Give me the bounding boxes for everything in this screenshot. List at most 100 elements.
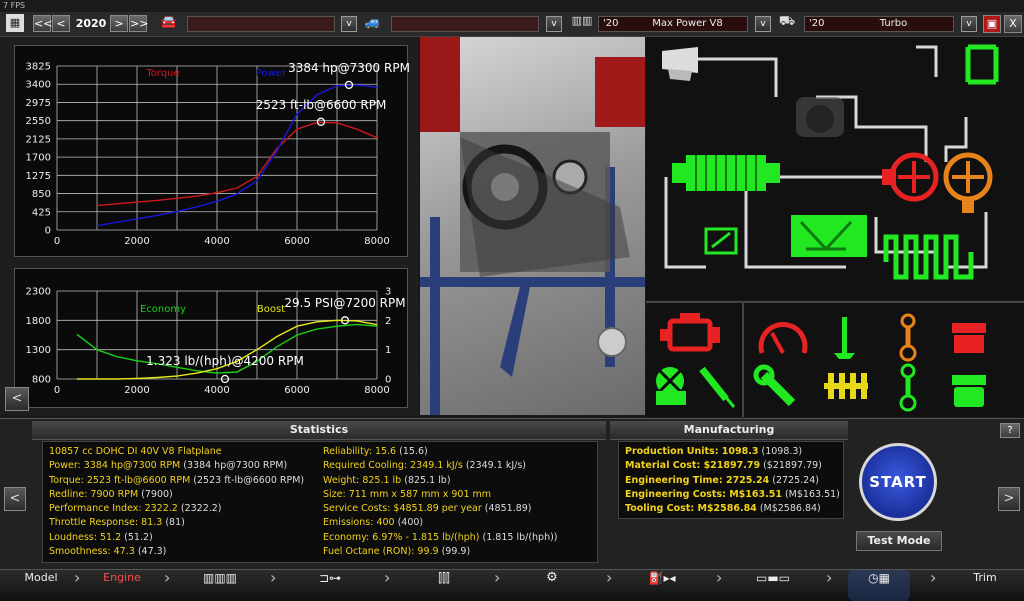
manufacturing-row: Engineering Costs: M$163.51 (M$163.51): [625, 488, 841, 502]
stat-row-label: Performance Index: 2322.2: [49, 503, 178, 515]
nav-block-icon[interactable]: ▥▥▥: [188, 570, 252, 601]
stat-row-label: 10857 cc DOHC DI 40V V8 Flatplane: [49, 446, 222, 457]
y-tick-label: 3825: [26, 62, 51, 73]
stat-row: Required Cooling: 2349.1 kJ/s (2349.1 kJ…: [323, 459, 593, 473]
crankshaft-icon[interactable]: [899, 363, 917, 412]
engine-3d-view[interactable]: [420, 37, 645, 415]
stat-row-original-value: (400): [394, 517, 424, 529]
catalytic-converter-icon[interactable]: [791, 215, 867, 257]
nav-head-icon[interactable]: ⫿⫿⫿: [412, 570, 476, 601]
car-model-field[interactable]: [391, 16, 539, 32]
manufacturing-row-original-value: (M$163.51): [781, 488, 840, 500]
manufacturing-row: Tooling Cost: M$2586.84 (M$2586.84): [625, 502, 841, 516]
engine-family-field[interactable]: '20 Max Power V8: [598, 16, 748, 32]
engine-variant-dropdown[interactable]: v: [961, 16, 977, 32]
previous-section-button[interactable]: <: [4, 487, 26, 511]
stat-row-label: Emissions: 400: [323, 517, 395, 529]
stat-row-label: Throttle Response: 81.3: [49, 517, 163, 529]
year-next-button[interactable]: >: [110, 15, 128, 32]
test-mode-button[interactable]: Test Mode: [856, 531, 942, 551]
stat-row-label: Torque: 2523 ft-lb@6600 RPM: [49, 474, 191, 486]
manufacturing-box: Production Units: 1098.3 (1098.3) Materia…: [618, 441, 844, 519]
piston-green-icon[interactable]: [952, 375, 986, 407]
x-tick-label: 6000: [284, 236, 309, 247]
stat-row: Emissions: 400 (400): [323, 516, 593, 530]
valve-icon[interactable]: [834, 317, 855, 359]
stat-row-label: Redline: 7900 RPM: [49, 488, 139, 500]
y-tick-label: 1800: [26, 316, 51, 327]
statistics-left-column: 10857 cc DOHC DI 40V V8 Flatplane Power: …: [49, 445, 319, 559]
nav-model[interactable]: Model: [10, 570, 72, 601]
close-button[interactable]: X: [1004, 15, 1022, 33]
car-family-field[interactable]: [187, 16, 335, 32]
legend-power: Power: [256, 68, 287, 79]
car-model-dropdown[interactable]: v: [546, 16, 562, 32]
engine-parts-panel: [646, 301, 1024, 417]
manufacturing-row-original-value: ($21897.79): [760, 460, 822, 472]
nav-test-icon[interactable]: ◷▦: [848, 570, 910, 601]
nav-chevron: ›: [494, 568, 501, 587]
manufacturing-row-label: Tooling Cost: M$2586.84: [625, 503, 757, 515]
engine-icon[interactable]: [660, 313, 720, 352]
stat-row-original-value: (4851.89): [481, 503, 532, 515]
nav-trim[interactable]: Trim: [952, 570, 1018, 601]
year-prev-button[interactable]: <: [52, 15, 70, 32]
year-next-fast-button[interactable]: >>: [129, 15, 148, 32]
year-prev-fast-button[interactable]: <<: [33, 15, 52, 32]
graph-panel-left-button[interactable]: <: [5, 387, 29, 411]
stat-row-label: Loudness: 51.2: [49, 531, 122, 543]
intake-manifold-icon[interactable]: [796, 97, 844, 137]
turbo-right-icon[interactable]: [943, 152, 993, 213]
manufacturing-title: Manufacturing: [610, 421, 848, 440]
manufacturing-row-label: Engineering Costs: M$163.51: [625, 488, 782, 500]
save-icon[interactable]: ▣: [983, 15, 1001, 33]
engine-family-dropdown[interactable]: v: [755, 16, 771, 32]
wrench-icon[interactable]: [753, 364, 796, 407]
stat-row-label: Weight: 825.1 lb: [323, 474, 402, 486]
y-tick-label: 800: [32, 375, 51, 386]
stat-row: Performance Index: 2322.2 (2322.2): [49, 502, 319, 516]
next-section-button[interactable]: >: [998, 487, 1020, 511]
start-button[interactable]: START: [859, 443, 937, 521]
statistics-box: 10857 cc DOHC DI 40V V8 Flatplane Power: …: [42, 441, 598, 563]
y-tick-label: 3400: [26, 80, 51, 91]
intercooler-icon[interactable]: [672, 155, 780, 191]
nav-chevron: ›: [716, 568, 723, 587]
nav-turbo-icon[interactable]: ⚙: [520, 570, 584, 601]
manufacturing-row-label: Production Units: 1098.3: [625, 446, 759, 457]
statistics-right-column: Reliability: 15.6 (15.6) Required Cooling…: [323, 445, 593, 559]
rpm-gauge-icon[interactable]: [758, 321, 808, 354]
peak-annotation: 1.323 lb/(hph)@4200 RPM: [146, 354, 304, 368]
nav-engine[interactable]: Engine: [88, 570, 156, 601]
throttle-body-icon[interactable]: [704, 227, 738, 255]
car-family-dropdown[interactable]: v: [341, 16, 357, 32]
piston-red-icon[interactable]: [952, 323, 986, 353]
nav-chevron: ›: [930, 568, 937, 587]
air-filter-icon[interactable]: [662, 47, 698, 81]
nav-chevron: ›: [164, 568, 171, 587]
calendar-icon[interactable]: ▦: [6, 14, 24, 32]
connecting-rod-icon[interactable]: [899, 313, 917, 362]
turbo-left-icon[interactable]: [882, 152, 939, 202]
stat-row: Torque: 2523 ft-lb@6600 RPM (2523 ft-lb@…: [49, 474, 319, 488]
fuel-injector-icon[interactable]: [699, 366, 736, 408]
engine-variant-field[interactable]: '20 Turbo: [804, 16, 954, 32]
nav-fuel-icon[interactable]: ⛽▸◂: [630, 570, 694, 601]
supercharger-icon[interactable]: [656, 367, 686, 405]
exhaust-outlet-icon[interactable]: [965, 44, 999, 85]
stat-row: Power: 3384 hp@7300 RPM (3384 hp@7300 RP…: [49, 459, 319, 473]
stat-row-original-value: (825.1 lb): [401, 474, 451, 486]
camshaft-icon[interactable]: [824, 373, 868, 399]
nav-exhaust-icon[interactable]: ▭▬▭: [738, 570, 808, 601]
engine-block-icon: ▥▥: [571, 14, 593, 27]
help-button[interactable]: ?: [1000, 423, 1020, 438]
stat-row-label: Reliability: 15.6: [323, 446, 397, 457]
car-model-icon: 🚙: [364, 15, 382, 30]
stat-row-original-value: (15.6): [396, 446, 428, 457]
nav-crank-icon[interactable]: ⊐⊶: [298, 570, 362, 601]
peak-annotation: 2523 ft-lb@6600 RPM: [256, 98, 387, 112]
muffler-icon[interactable]: [883, 234, 974, 280]
engine-variant-icon: ⛟: [778, 14, 796, 29]
x-tick-label: 2000: [124, 385, 149, 396]
peak-annotation: 3384 hp@7300 RPM: [288, 61, 409, 75]
